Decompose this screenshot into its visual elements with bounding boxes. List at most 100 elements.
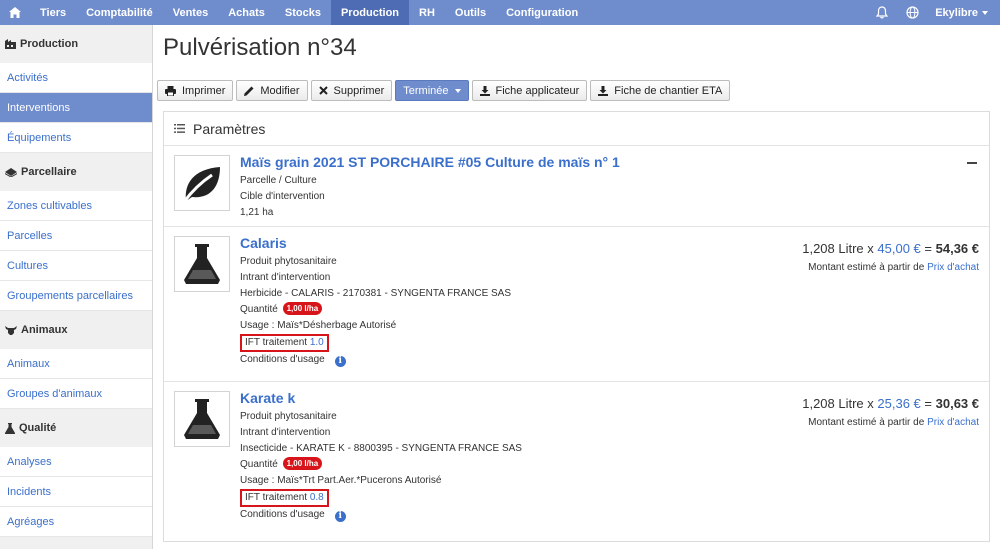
sidebar-item-animaux[interactable]: Animaux bbox=[0, 349, 152, 379]
usage-label: Usage bbox=[240, 320, 269, 331]
sidebar-group-production: Production bbox=[0, 25, 152, 63]
collapse-icon[interactable] bbox=[967, 162, 977, 164]
info-icon[interactable]: i bbox=[334, 356, 346, 367]
print-label: Imprimer bbox=[182, 84, 226, 97]
eta-sheet-label: Fiche de chantier ETA bbox=[614, 84, 723, 97]
sidebar-item-incidents[interactable]: Incidents bbox=[0, 477, 152, 507]
sidebar-group-label: Animaux bbox=[21, 324, 68, 336]
quantity-badge: 1,00 l/ha bbox=[282, 457, 323, 470]
target-area: 1,21 ha bbox=[240, 207, 274, 218]
nav-comptabilite[interactable]: Comptabilité bbox=[76, 0, 163, 25]
target-role: Cible d'intervention bbox=[240, 191, 325, 202]
delete-button[interactable]: Supprimer bbox=[310, 80, 393, 101]
sidebar-item-groupements-parcellaires[interactable]: Groupements parcellaires bbox=[0, 281, 152, 311]
product-name-link[interactable]: Calaris bbox=[240, 235, 511, 251]
panel-title: Paramètres bbox=[193, 120, 266, 137]
product-detail: Herbicide - CALARIS - 2170381 - SYNGENTA… bbox=[240, 288, 512, 299]
globe-icon[interactable] bbox=[897, 6, 927, 19]
leaf-icon bbox=[174, 155, 230, 211]
product-type: Produit phytosanitaire bbox=[240, 411, 337, 422]
target-name-link[interactable]: Maïs grain 2021 ST PORCHAIRE #05 Culture… bbox=[240, 154, 620, 170]
usage-line: Usage : Maïs*Trt Part.Aer.*Pucerons Auto… bbox=[240, 475, 442, 486]
price-total-line: 1,208 Litre x 45,00 € = 54,36 € bbox=[802, 241, 979, 256]
bell-icon[interactable] bbox=[867, 6, 897, 19]
product-name-link[interactable]: Karate k bbox=[240, 390, 522, 406]
sidebar-item-zones-cultivables[interactable]: Zones cultivables bbox=[0, 191, 152, 221]
nav-rh[interactable]: RH bbox=[409, 0, 445, 25]
delete-label: Supprimer bbox=[333, 84, 385, 97]
sidebar-item-equipements[interactable]: Équipements bbox=[0, 123, 152, 153]
toolbar: Imprimer Modifier Supprimer Terminée Fic… bbox=[157, 80, 731, 101]
applicator-sheet-label: Fiche applicateur bbox=[495, 84, 580, 97]
ift-line: IFT traitement 1.0 bbox=[240, 334, 511, 352]
ift-label: IFT traitement bbox=[245, 492, 308, 503]
edit-button[interactable]: Modifier bbox=[236, 80, 308, 101]
unit-price-link[interactable]: 45,00 € bbox=[877, 241, 920, 256]
price-note-text: Montant estimé à partir de bbox=[808, 417, 925, 428]
top-nav: Tiers Comptabilité Ventes Achats Stocks … bbox=[0, 0, 1000, 25]
applicator-sheet-button[interactable]: Fiche applicateur bbox=[471, 80, 588, 101]
ift-value[interactable]: 0.8 bbox=[310, 492, 324, 503]
flask-icon bbox=[174, 236, 230, 292]
nav-stocks[interactable]: Stocks bbox=[275, 0, 331, 25]
sidebar-group-animaux: Animaux bbox=[0, 311, 152, 349]
user-menu[interactable]: Ekylibre bbox=[927, 7, 1000, 19]
eta-sheet-button[interactable]: Fiche de chantier ETA bbox=[590, 80, 731, 101]
ift-label: IFT traitement bbox=[245, 337, 308, 348]
price-quantity: 1,208 Litre x bbox=[802, 241, 874, 256]
product-role: Intrant d'intervention bbox=[240, 427, 331, 438]
flask-icon bbox=[174, 391, 230, 447]
sidebar-group-label: Parcellaire bbox=[21, 166, 77, 178]
price-equals: = bbox=[924, 396, 932, 411]
nav-achats[interactable]: Achats bbox=[218, 0, 275, 25]
nav-production[interactable]: Production bbox=[330, 0, 410, 25]
usage-label: Usage bbox=[240, 475, 269, 486]
purchase-price-link[interactable]: Prix d'achat bbox=[927, 262, 979, 273]
nav-tiers[interactable]: Tiers bbox=[30, 0, 76, 25]
nav-ventes[interactable]: Ventes bbox=[163, 0, 218, 25]
sidebar-item-activites[interactable]: Activités bbox=[0, 63, 152, 93]
nav-configuration[interactable]: Configuration bbox=[496, 0, 588, 25]
price-note: Montant estimé à partir de Prix d'achat bbox=[802, 262, 979, 273]
target-row: Maïs grain 2021 ST PORCHAIRE #05 Culture… bbox=[164, 146, 989, 227]
product-row: Calaris Produit phytosanitaire Intrant d… bbox=[164, 227, 989, 382]
sidebar: Production Activités Interventions Équip… bbox=[0, 25, 153, 549]
home-icon[interactable] bbox=[0, 0, 30, 25]
sidebar-item-groupes-animaux[interactable]: Groupes d'animaux bbox=[0, 379, 152, 409]
print-button[interactable]: Imprimer bbox=[157, 80, 234, 101]
status-label: Terminée bbox=[403, 84, 449, 97]
quantity-label: Quantité bbox=[240, 459, 278, 470]
nav-outils[interactable]: Outils bbox=[445, 0, 496, 25]
price-block: 1,208 Litre x 45,00 € = 54,36 € Montant … bbox=[802, 241, 979, 273]
pencil-icon bbox=[244, 86, 254, 96]
price-quantity: 1,208 Litre x bbox=[802, 396, 874, 411]
product-row: Karate k Produit phytosanitaire Intrant … bbox=[164, 382, 989, 537]
download-icon bbox=[598, 85, 609, 96]
target-type: Parcelle / Culture bbox=[240, 175, 317, 186]
quantity-label: Quantité bbox=[240, 304, 278, 315]
sidebar-group-parcellaire: Parcellaire bbox=[0, 153, 152, 191]
unit-price-link[interactable]: 25,36 € bbox=[877, 396, 920, 411]
status-dropdown-button[interactable]: Terminée bbox=[395, 80, 469, 101]
sidebar-item-parcelles[interactable]: Parcelles bbox=[0, 221, 152, 251]
ift-value[interactable]: 1.0 bbox=[310, 337, 324, 348]
purchase-price-link[interactable]: Prix d'achat bbox=[927, 417, 979, 428]
conditions-line: Conditions d'usage i bbox=[240, 507, 522, 523]
price-block: 1,208 Litre x 25,36 € = 30,63 € Montant … bbox=[802, 396, 979, 428]
chevron-down-icon bbox=[982, 10, 988, 15]
sidebar-item-agreages[interactable]: Agréages bbox=[0, 507, 152, 537]
page-title: Pulvérisation n°34 bbox=[163, 34, 357, 61]
sidebar-item-analyses[interactable]: Analyses bbox=[0, 447, 152, 477]
sidebar-group-label: Qualité bbox=[19, 422, 57, 434]
info-icon[interactable]: i bbox=[334, 511, 346, 522]
sidebar-item-interventions[interactable]: Interventions bbox=[0, 93, 152, 123]
usage-line: Usage : Maïs*Désherbage Autorisé bbox=[240, 320, 397, 331]
sidebar-item-cultures[interactable]: Cultures bbox=[0, 251, 152, 281]
close-icon bbox=[318, 86, 328, 95]
price-total: 30,63 € bbox=[935, 396, 979, 411]
print-icon bbox=[165, 85, 176, 96]
download-icon bbox=[479, 85, 490, 96]
flask-icon bbox=[5, 422, 15, 434]
price-note-text: Montant estimé à partir de bbox=[808, 262, 925, 273]
price-total-line: 1,208 Litre x 25,36 € = 30,63 € bbox=[802, 396, 979, 411]
